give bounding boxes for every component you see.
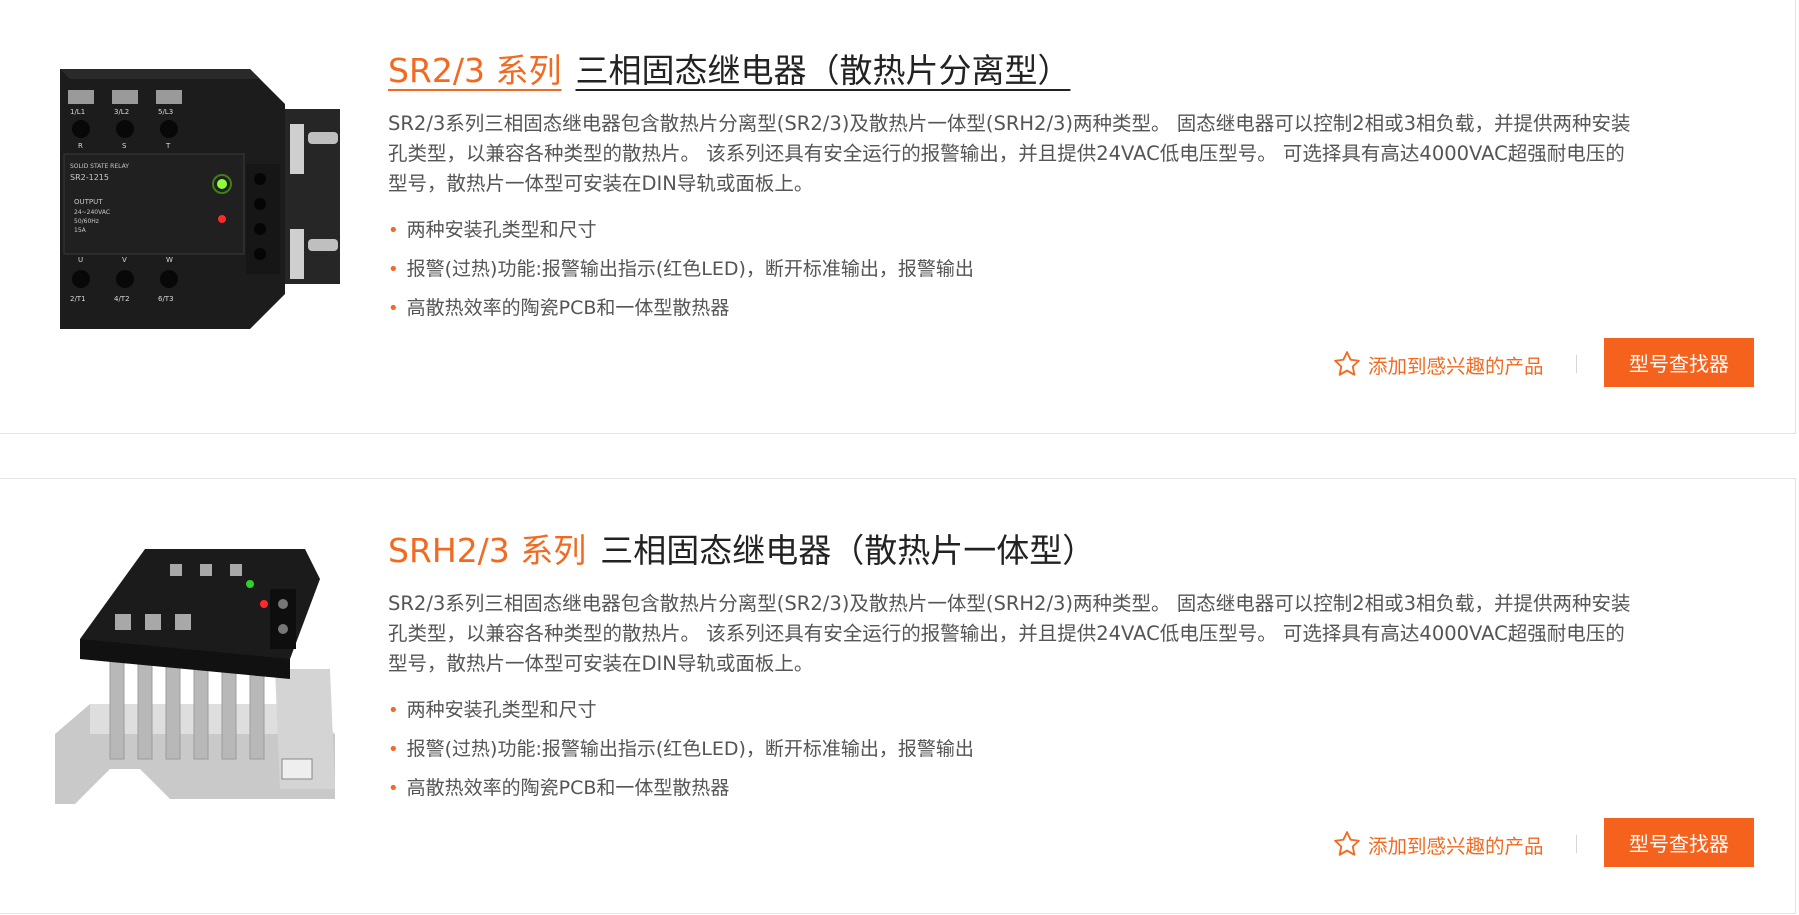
feature-text: 高散热效率的陶瓷PCB和一体型散热器 [406, 297, 730, 319]
product-description: SR2/3系列三相固态继电器包含散热片分离型(SR2/3)及散热片一体型(SRH… [388, 592, 1631, 675]
terminal-label: 3/L2 [114, 108, 129, 116]
add-to-favorites-button[interactable]: 添加到感兴趣的产品 [1332, 825, 1544, 863]
product-description: SR2/3系列三相固态继电器包含散热片分离型(SR2/3)及散热片一体型(SRH… [388, 112, 1631, 195]
feature-text: 高散热效率的陶瓷PCB和一体型散热器 [406, 777, 730, 799]
terminal-label: 2/T1 [70, 295, 86, 303]
series-link[interactable]: SRH2/3 系列 [388, 531, 586, 570]
star-outline-icon [1334, 351, 1360, 376]
divider [1576, 835, 1577, 853]
product-title[interactable]: SRH2/3 系列 三相固态继电器（散热片一体型） [388, 529, 1095, 573]
model-finder-button[interactable]: 型号查找器 [1604, 818, 1754, 867]
output-label: 24~240VAC [74, 209, 110, 216]
feature-item: • 高散热效率的陶瓷PCB和一体型散热器 [388, 769, 974, 808]
bullet-dot-icon: • [388, 739, 399, 760]
bullet-dot-icon: • [388, 298, 399, 319]
feature-list: • 两种安装孔类型和尺寸 • 报警(过热)功能:报警输出指示(红色LED)，断开标准… [388, 691, 974, 808]
product-title[interactable]: SR2/3 系列 三相固态继电器（散热片分离型） [388, 49, 1070, 93]
divider [1576, 355, 1577, 373]
product-card: 1/L1 3/L2 5/L3 R S T SOLID STATE RELAY S… [0, 0, 1796, 434]
feature-item: • 两种安装孔类型和尺寸 [388, 691, 974, 730]
product-card: SRH2/3 系列 三相固态继电器（散热片一体型） SR2/3系列三相固态继电器包… [0, 478, 1796, 914]
feature-text: 报警(过热)功能:报警输出指示(红色LED)，断开标准输出，报警输出 [406, 258, 974, 280]
favorite-label: 添加到感兴趣的产品 [1368, 354, 1544, 378]
output-label: OUTPUT [74, 198, 103, 206]
terminal-label: 1/L1 [70, 108, 85, 116]
feature-text: 两种安装孔类型和尺寸 [406, 219, 597, 241]
feature-item: • 报警(过热)功能:报警输出指示(红色LED)，断开标准输出，报警输出 [388, 250, 974, 289]
product-name-link[interactable]: 三相固态继电器（散热片一体型） [600, 531, 1095, 570]
terminal-label: W [166, 256, 173, 264]
product-image-srh23[interactable] [50, 519, 340, 809]
model-label: SOLID STATE RELAY [70, 163, 129, 170]
product-image-sr23[interactable]: 1/L1 3/L2 5/L3 R S T SOLID STATE RELAY S… [50, 54, 340, 344]
bullet-dot-icon: • [388, 259, 399, 280]
feature-item: • 高散热效率的陶瓷PCB和一体型散热器 [388, 289, 974, 328]
terminal-label: R [78, 142, 83, 150]
bullet-dot-icon: • [388, 778, 399, 799]
series-link[interactable]: SR2/3 系列 [388, 51, 561, 90]
model-finder-button[interactable]: 型号查找器 [1604, 338, 1754, 387]
bullet-dot-icon: • [388, 220, 399, 241]
feature-list: • 两种安装孔类型和尺寸 • 报警(过热)功能:报警输出指示(红色LED)，断开标准… [388, 211, 974, 328]
product-name-link[interactable]: 三相固态继电器（散热片分离型） [575, 51, 1070, 90]
feature-item: • 两种安装孔类型和尺寸 [388, 211, 974, 250]
output-label: 15A [74, 227, 87, 234]
terminal-label: V [122, 256, 127, 264]
add-to-favorites-button[interactable]: 添加到感兴趣的产品 [1332, 345, 1544, 383]
model-label: SR2-1215 [70, 173, 109, 182]
terminal-label: T [165, 142, 171, 150]
feature-text: 两种安装孔类型和尺寸 [406, 699, 597, 721]
feature-item: • 报警(过热)功能:报警输出指示(红色LED)，断开标准输出，报警输出 [388, 730, 974, 769]
terminal-label: 6/T3 [158, 295, 174, 303]
bullet-dot-icon: • [388, 700, 399, 721]
favorite-label: 添加到感兴趣的产品 [1368, 834, 1544, 858]
terminal-label: 5/L3 [158, 108, 173, 116]
feature-text: 报警(过热)功能:报警输出指示(红色LED)，断开标准输出，报警输出 [406, 738, 974, 760]
terminal-label: U [78, 256, 83, 264]
output-label: 50/60Hz [74, 218, 99, 225]
terminal-label: 4/T2 [114, 295, 130, 303]
star-outline-icon [1334, 831, 1360, 856]
terminal-label: S [122, 142, 127, 150]
